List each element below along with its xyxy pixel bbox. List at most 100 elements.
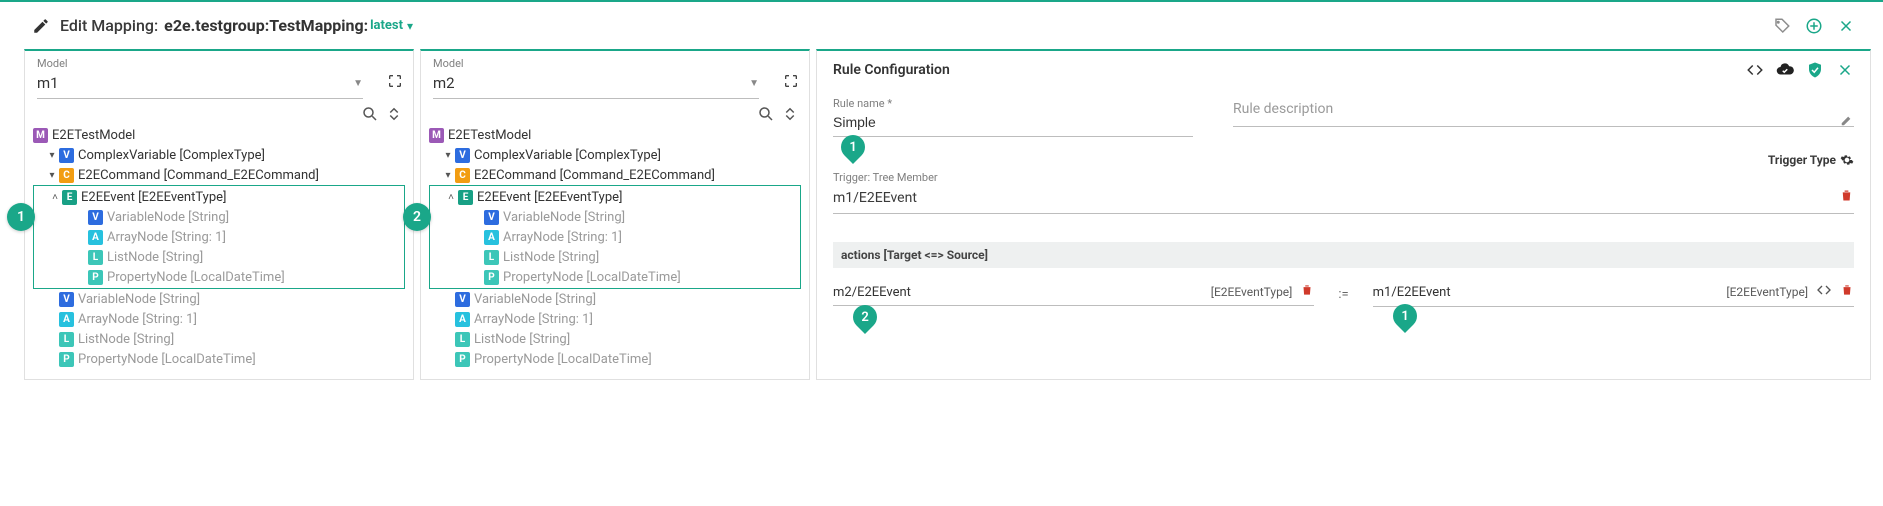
- variable-badge-icon: V: [455, 292, 470, 307]
- model-selector[interactable]: m1 ▼: [37, 70, 363, 99]
- actions-header: actions [Target <=> Source]: [833, 242, 1854, 268]
- expand-icon[interactable]: ▾: [441, 170, 455, 181]
- tree-node[interactable]: LListNode [String]: [36, 247, 402, 267]
- assignment-operator: :=: [1334, 287, 1352, 302]
- search-button[interactable]: [361, 105, 379, 123]
- version-chevron-icon[interactable]: ▾: [407, 19, 413, 33]
- event-badge-icon: E: [458, 190, 473, 205]
- fullscreen-icon: [387, 73, 403, 89]
- tree-node[interactable]: AArrayNode [String: 1]: [36, 227, 402, 247]
- tree-node-complex[interactable]: ▾ V ComplexVariable [ComplexType]: [33, 145, 405, 165]
- tree-node[interactable]: LListNode [String]: [429, 329, 801, 349]
- tree-node[interactable]: VVariableNode [String]: [36, 207, 402, 227]
- trigger-type-button[interactable]: Trigger Type: [1768, 153, 1854, 167]
- collapse-icon[interactable]: ˄: [48, 192, 62, 203]
- model-selected-value: m1: [37, 74, 353, 92]
- tree-node-complex[interactable]: ▾ V ComplexVariable [ComplexType]: [429, 145, 801, 165]
- delete-target-button[interactable]: [1300, 283, 1314, 301]
- callout-marker-1: 1: [7, 203, 35, 231]
- array-badge-icon: A: [59, 312, 74, 327]
- array-badge-icon: A: [455, 312, 470, 327]
- dropdown-caret-icon: ▼: [749, 78, 759, 89]
- trigger-label: Trigger: Tree Member: [833, 171, 1854, 184]
- tree-node[interactable]: LListNode [String]: [432, 247, 798, 267]
- expand-icon[interactable]: ▾: [45, 170, 59, 181]
- validate-button[interactable]: [1806, 61, 1824, 79]
- pencil-icon: [32, 17, 50, 35]
- action-source-field[interactable]: m1/E2EEvent [E2EEventType] 1: [1373, 282, 1854, 307]
- mapping-path: e2e.testgroup:TestMapping:: [164, 16, 368, 35]
- list-badge-icon: L: [59, 332, 74, 347]
- trash-icon: [1300, 283, 1314, 297]
- model-tree: M E2ETestModel ▾ V ComplexVariable [Comp…: [421, 125, 809, 379]
- tree-node[interactable]: PPropertyNode [LocalDateTime]: [429, 349, 801, 369]
- tree-node-command[interactable]: ▾ C E2ECommand [Command_E2ECommand]: [33, 165, 405, 185]
- search-button[interactable]: [757, 105, 775, 123]
- rule-name-input[interactable]: [833, 110, 1193, 137]
- tree-node[interactable]: PPropertyNode [LocalDateTime]: [36, 267, 402, 287]
- tree-node[interactable]: AArrayNode [String: 1]: [33, 309, 405, 329]
- model-panel-m2: 2 Model m2 ▼: [420, 49, 810, 380]
- action-target-type: [E2EEventType]: [1211, 285, 1293, 299]
- action-source-type: [E2EEventType]: [1726, 285, 1808, 299]
- sort-icon: [781, 105, 799, 123]
- cloud-check-icon: [1776, 61, 1794, 79]
- model-badge-icon: M: [33, 128, 48, 143]
- tree-node[interactable]: PPropertyNode [LocalDateTime]: [432, 267, 798, 287]
- property-badge-icon: P: [455, 352, 470, 367]
- code-view-button[interactable]: [1746, 61, 1764, 79]
- sort-button[interactable]: [781, 105, 799, 123]
- add-button[interactable]: [1805, 17, 1823, 35]
- trash-icon: [1839, 188, 1854, 203]
- command-badge-icon: C: [59, 168, 74, 183]
- tree-node[interactable]: LListNode [String]: [33, 329, 405, 349]
- fullscreen-icon: [783, 73, 799, 89]
- trigger-type-label: Trigger Type: [1768, 153, 1836, 167]
- tag-button[interactable]: [1773, 17, 1791, 35]
- tree-node-root[interactable]: M E2ETestModel: [429, 125, 801, 145]
- close-icon: [1836, 61, 1854, 79]
- variable-badge-icon: V: [59, 148, 74, 163]
- callout-marker-2: 2: [403, 203, 431, 231]
- fullscreen-button[interactable]: [783, 73, 799, 89]
- variable-badge-icon: V: [59, 292, 74, 307]
- model-selector[interactable]: m2 ▼: [433, 70, 759, 99]
- rule-panel-title: Rule Configuration: [833, 62, 950, 78]
- mapping-version[interactable]: latest: [370, 18, 403, 33]
- rule-description-input[interactable]: Rule description: [1233, 97, 1854, 127]
- tree-node-event[interactable]: ˄ E E2EEvent [E2EEventType]: [36, 187, 402, 207]
- rule-close-button[interactable]: [1836, 61, 1854, 79]
- tree-node[interactable]: AArrayNode [String: 1]: [432, 227, 798, 247]
- page-title-label: Edit Mapping:: [60, 16, 158, 35]
- variable-badge-icon: V: [484, 210, 499, 225]
- model-badge-icon: M: [429, 128, 444, 143]
- fullscreen-button[interactable]: [387, 73, 403, 89]
- property-badge-icon: P: [484, 270, 499, 285]
- source-code-button[interactable]: [1816, 282, 1832, 302]
- action-target-field[interactable]: m2/E2EEvent [E2EEventType] 2: [833, 283, 1314, 306]
- edit-description-button[interactable]: [1840, 113, 1854, 131]
- close-icon: [1837, 17, 1855, 35]
- tree-node-root[interactable]: M E2ETestModel: [33, 125, 405, 145]
- trigger-value-field[interactable]: m1/E2EEvent: [833, 184, 1854, 214]
- expand-icon[interactable]: ▾: [441, 150, 455, 161]
- array-badge-icon: A: [484, 230, 499, 245]
- close-button[interactable]: [1837, 17, 1855, 35]
- tree-node[interactable]: VVariableNode [String]: [33, 289, 405, 309]
- model-panel-m1: 1 Model m1 ▼: [24, 49, 414, 380]
- tree-node[interactable]: VVariableNode [String]: [432, 207, 798, 227]
- expand-icon[interactable]: ▾: [45, 150, 59, 161]
- sort-button[interactable]: [385, 105, 403, 123]
- delete-source-button[interactable]: [1840, 283, 1854, 301]
- tree-node-command[interactable]: ▾ C E2ECommand [Command_E2ECommand]: [429, 165, 801, 185]
- rule-panel: Rule Configuration: [816, 49, 1871, 380]
- tree-node[interactable]: PPropertyNode [LocalDateTime]: [33, 349, 405, 369]
- tree-node[interactable]: AArrayNode [String: 1]: [429, 309, 801, 329]
- delete-trigger-button[interactable]: [1839, 188, 1854, 207]
- tag-icon: [1773, 17, 1791, 35]
- tree-node-event[interactable]: ˄ E E2EEvent [E2EEventType]: [432, 187, 798, 207]
- cloud-button[interactable]: [1776, 61, 1794, 79]
- tree-node[interactable]: VVariableNode [String]: [429, 289, 801, 309]
- action-target-path: m2/E2EEvent: [833, 285, 911, 300]
- collapse-icon[interactable]: ˄: [444, 192, 458, 203]
